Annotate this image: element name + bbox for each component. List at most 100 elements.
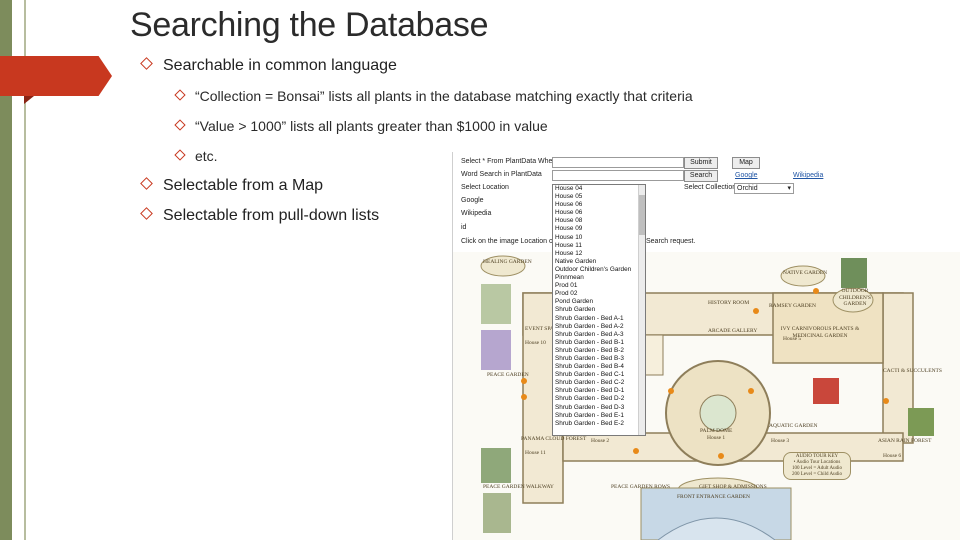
label-aquatic-garden: AQUATIC GARDEN [769,423,818,429]
label-native-garden: NATIVE GARDEN [783,270,828,276]
location-option[interactable]: Native Garden [553,258,645,266]
dropdown-scrollbar[interactable] [638,185,645,435]
audio-marker[interactable] [521,378,527,384]
audio-marker[interactable] [521,394,527,400]
audio-marker[interactable] [883,398,889,404]
location-option[interactable]: Shrub Garden - Bed E-1 [553,412,645,420]
google-label: Google [461,197,484,204]
search-link-wikipedia[interactable]: Wikipedia [793,172,823,179]
location-option[interactable]: Outdoor Children's Garden [553,266,645,274]
location-option[interactable]: House 05 [553,193,645,201]
label-ramsey-garden: RAMSEY GARDEN [769,303,817,309]
label-cacti: CACTI & SUCCULENTS [883,368,942,374]
location-option[interactable]: Shrub Garden - Bed C-1 [553,371,645,379]
photo-path [483,493,511,533]
location-option[interactable]: House 08 [553,217,645,225]
diamond-bullet-icon [174,89,186,101]
label-house-3: House 3 [771,438,790,444]
location-option[interactable]: Shrub Garden - Bed B-3 [553,355,645,363]
select-location-label: Select Location [461,184,509,191]
photo-flower [813,378,839,404]
location-option[interactable]: House 06 [553,201,645,209]
location-option[interactable]: Pinnmean [553,274,645,282]
bullet-etc: etc. [174,148,218,164]
location-option[interactable]: House 10 [553,234,645,242]
audio-tour-key: AUDIO TOUR KEY • Audio Tour Locations 10… [783,452,851,480]
audio-marker[interactable] [753,308,759,314]
label-house-6: House 6 [883,453,902,459]
bullet-text: Selectable from pull-down lists [163,207,380,224]
database-screenshot: Select * From PlantData Where Submit Map… [452,152,960,540]
photo-walkway [481,448,511,483]
search-form: Select * From PlantData Where Submit Map… [453,152,960,252]
label-asian-rain-forest: ASIAN RAIN FOREST [878,438,932,444]
audio-marker[interactable] [718,453,724,459]
submit-button[interactable]: Submit [684,157,718,169]
location-option[interactable]: Prod 01 [553,282,645,290]
audio-marker[interactable] [668,388,674,394]
location-option[interactable]: Shrub Garden - Bed D-3 [553,404,645,412]
search-link-google[interactable]: Google [735,172,758,179]
location-option[interactable]: Prod 02 [553,290,645,298]
label-house-2: House 2 [591,438,610,444]
word-search-label: Word Search in PlantData [461,171,542,178]
location-option[interactable]: Shrub Garden - Bed D-2 [553,395,645,403]
red-arrow-accent [0,56,112,96]
location-option[interactable]: House 11 [553,242,645,250]
location-option[interactable]: Shrub Garden - Bed B-1 [553,339,645,347]
diamond-bullet-icon [174,149,186,161]
bullet-text: “Collection = Bonsai” lists all plants i… [195,88,693,104]
select-collection-label: Select Collection [684,184,737,191]
location-option[interactable]: Shrub Garden - Bed E-2 [553,420,645,428]
bullet-text: Searchable in common language [163,57,397,74]
label-house-5: House 5 [783,336,802,342]
bullet-map: Selectable from a Map [140,177,324,195]
red-arrow-tail [24,96,34,104]
collection-value: Orchid [737,185,758,192]
location-option[interactable]: Shrub Garden - Bed B-2 [553,347,645,355]
label-house-11: House 11 [525,450,546,456]
audio-marker[interactable] [748,388,754,394]
location-option[interactable]: Shrub Garden [553,306,645,314]
dome-center [699,394,737,432]
location-option[interactable]: Shrub Garden - Bed A-2 [553,323,645,331]
photo-lilac [481,330,511,370]
label-healing-garden: HEALING GARDEN [483,259,532,265]
wikipedia-label: Wikipedia [461,210,492,217]
photo-children [841,258,867,288]
location-dropdown-list[interactable]: House 04 House 05 House 06 House 06 House 08… [552,184,646,436]
location-option[interactable]: House 04 [553,185,645,193]
diamond-bullet-icon [140,57,153,70]
location-option[interactable]: House 09 [553,225,645,233]
search-request-note: Search request. [646,238,696,245]
word-search-input[interactable] [552,170,684,181]
diamond-bullet-icon [140,207,153,220]
location-option[interactable]: House 12 [553,250,645,258]
audio-marker[interactable] [633,448,639,454]
where-input[interactable] [552,157,684,168]
label-panama-cloud-forest: PANAMA CLOUD FOREST [521,436,587,442]
location-option[interactable]: Shrub Garden - Bed C-2 [553,379,645,387]
map-button[interactable]: Map [732,157,760,169]
label-gift-shop: GIFT SHOP & ADMISSIONS [699,484,767,490]
bullet-text: Selectable from a Map [163,177,324,194]
location-option[interactable]: Pond Garden [553,298,645,306]
location-option[interactable]: House 06 [553,209,645,217]
id-label: id [461,224,467,231]
location-option[interactable]: Shrub Garden - Bed D-1 [553,387,645,395]
garden-map[interactable]: HEALING GARDEN NATIVE GARDEN OUTDOOR CHI… [453,248,960,540]
label-house-1: House 1 [707,435,726,441]
location-option[interactable]: Shrub Garden - Bed B-4 [553,363,645,371]
location-option[interactable]: Shrub Garden - Bed A-1 [553,315,645,323]
search-button[interactable]: Search [684,170,718,182]
label-palm-dome: PALM DOME [700,428,733,434]
collection-select[interactable]: Orchid ▾ [734,183,794,194]
click-note: Click on the image Location or [461,238,556,245]
where-label: Select * From PlantData Where [461,158,559,165]
bullet-text: etc. [195,148,218,164]
scrollbar-thumb[interactable] [639,195,645,235]
audio-marker[interactable] [813,288,819,294]
diamond-bullet-icon [174,119,186,131]
location-option[interactable]: Shrub Garden - Bed A-3 [553,331,645,339]
label-arcade-gallery: ARCADE GALLERY [708,328,758,334]
